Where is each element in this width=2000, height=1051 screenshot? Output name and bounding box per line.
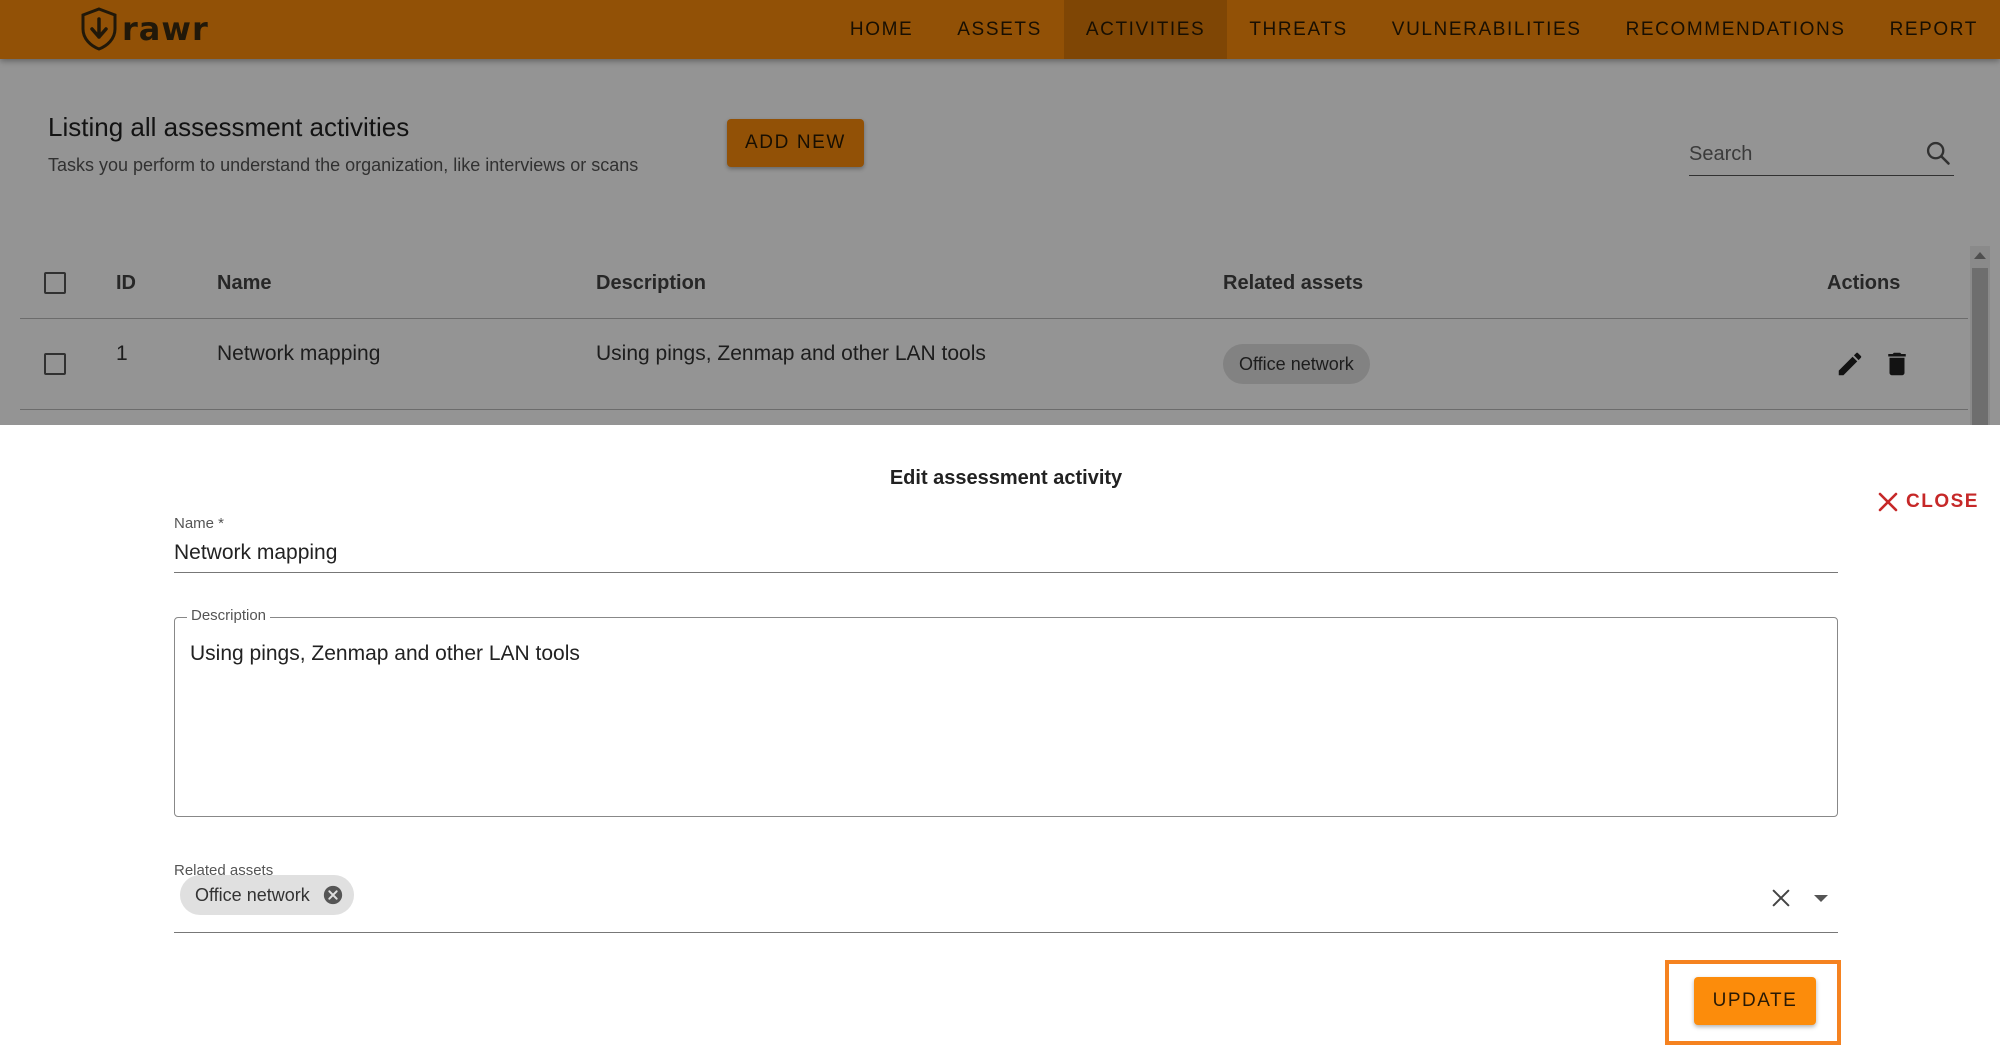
remove-chip-icon[interactable] xyxy=(322,884,344,906)
close-label: CLOSE xyxy=(1906,491,1979,512)
related-assets-select[interactable]: Office network xyxy=(174,859,1838,933)
dialog-title: Edit assessment activity xyxy=(889,467,1123,489)
name-value[interactable]: Network mapping xyxy=(174,541,337,565)
description-value[interactable]: Using pings, Zenmap and other LAN tools xyxy=(190,642,580,666)
close-button[interactable]: CLOSE xyxy=(1876,488,1979,516)
name-field[interactable]: Network mapping xyxy=(174,525,1838,573)
selected-asset-label: Office network xyxy=(195,884,310,905)
description-field-label: Description xyxy=(187,607,271,624)
close-icon xyxy=(1878,492,1898,512)
modal-backdrop[interactable] xyxy=(0,0,2000,425)
selected-asset-chip[interactable]: Office network xyxy=(180,875,354,915)
edit-activity-dialog: Edit assessment activity CLOSE Name * Ne… xyxy=(0,425,2000,1051)
dropdown-arrow-icon[interactable] xyxy=(1814,895,1828,902)
update-button[interactable]: UPDATE xyxy=(1694,977,1816,1025)
clear-selection-icon[interactable] xyxy=(1770,887,1792,909)
description-field[interactable]: Description Using pings, Zenmap and othe… xyxy=(174,607,1838,817)
